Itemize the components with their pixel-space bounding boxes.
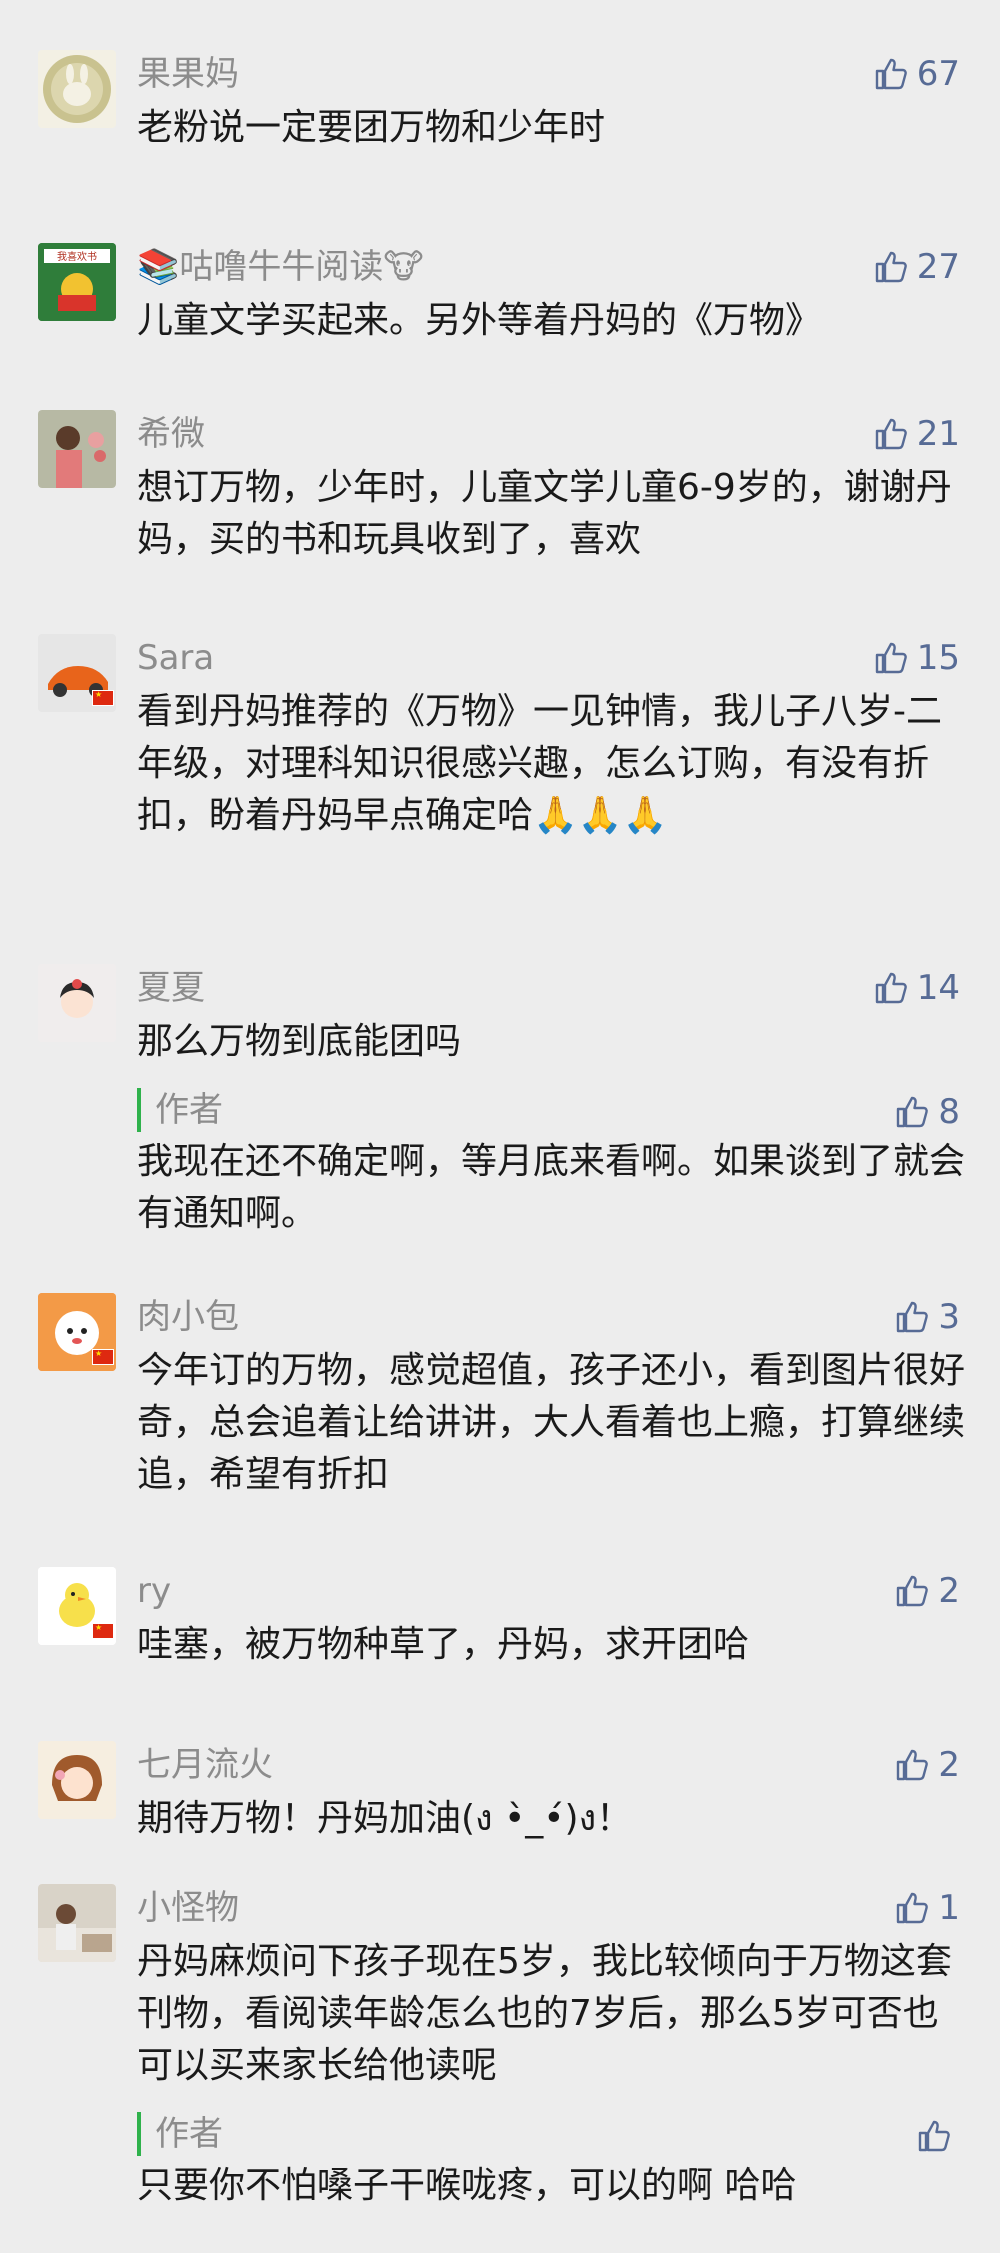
avatar[interactable]: 我喜欢书 <box>38 243 116 321</box>
reply-like-button[interactable]: 8 <box>894 1090 960 1134</box>
comment-text: 那么万物到底能团吗 <box>137 1021 462 1062</box>
thumbs-up-icon <box>916 2118 952 2154</box>
flag-icon <box>92 1623 114 1639</box>
comment-text: 看到丹妈推荐的《万物》一见钟情，我儿子八岁-二年级，对理科知识很感兴趣，怎么订购… <box>137 691 942 836</box>
commenter-name: 肉小包 <box>137 1297 239 1337</box>
avatar[interactable] <box>38 50 116 128</box>
comment-text: 老粉说一定要团万物和少年时 <box>137 107 606 148</box>
like-button[interactable]: 2 <box>894 1569 960 1613</box>
like-count: 14 <box>916 968 960 1008</box>
thumbs-up-icon <box>894 1747 930 1783</box>
thumbs-up-icon <box>894 1299 930 1335</box>
like-count: 21 <box>916 414 960 454</box>
commenter-name: 小怪物 <box>137 1888 239 1928</box>
like-button[interactable]: 14 <box>873 966 960 1010</box>
comment-text: 今年订的万物，感觉超值，孩子还小，看到图片很好奇，总会追着让给讲讲，大人看着也上… <box>137 1350 966 1495</box>
commenter-name: Sara <box>137 638 215 678</box>
thumbs-up-icon <box>894 1094 930 1130</box>
comment-text: 哇塞，被万物种草了，丹妈，求开团哈 <box>137 1624 750 1665</box>
like-button[interactable]: 21 <box>873 412 960 456</box>
like-count: 67 <box>916 54 960 94</box>
like-count: 2 <box>938 1745 960 1785</box>
author-reply-label: 作者 <box>137 1088 223 1132</box>
avatar[interactable] <box>38 1741 116 1819</box>
commenter-name: 希微 <box>137 414 205 454</box>
comment-text: 想订万物，少年时，儿童文学儿童6-9岁的，谢谢丹妈，买的书和玩具收到了，喜欢 <box>137 467 952 560</box>
like-button[interactable]: 1 <box>894 1886 960 1930</box>
comment-text: 丹妈麻烦问下孩子现在5岁，我比较倾向于万物这套刊物，看阅读年龄怎么也的7岁后，那… <box>137 1941 952 2086</box>
like-count: 3 <box>938 1297 960 1337</box>
like-button[interactable]: 15 <box>873 636 960 680</box>
commenter-name: 七月流火 <box>137 1745 273 1785</box>
flag-icon <box>92 1349 114 1365</box>
like-count: 15 <box>916 638 960 678</box>
reply-like-button[interactable] <box>916 2114 960 2158</box>
thumbs-up-icon <box>873 970 909 1006</box>
flag-icon <box>92 690 114 706</box>
like-count: 2 <box>938 1571 960 1611</box>
thumbs-up-icon <box>873 249 909 285</box>
author-reply-label: 作者 <box>137 2112 223 2156</box>
commenter-name: 果果妈 <box>137 54 239 94</box>
author-reply-text: 只要你不怕嗓子干喉咙疼，可以的啊 哈哈 <box>137 2165 797 2206</box>
like-count: 27 <box>916 247 960 287</box>
thumbs-up-icon <box>873 416 909 452</box>
commenter-name: 📚咕噜牛牛阅读🐮 <box>137 247 424 287</box>
thumbs-up-icon <box>894 1890 930 1926</box>
thumbs-up-icon <box>873 56 909 92</box>
commenter-name: ry <box>137 1571 172 1611</box>
author-reply-text: 我现在还不确定啊，等月底来看啊。如果谈到了就会有通知啊。 <box>137 1141 966 1234</box>
like-count: 8 <box>938 1092 960 1132</box>
like-button[interactable]: 27 <box>873 245 960 289</box>
avatar[interactable] <box>38 964 116 1042</box>
like-button[interactable]: 3 <box>894 1295 960 1339</box>
thumbs-up-icon <box>894 1573 930 1609</box>
avatar[interactable] <box>38 410 116 488</box>
commenter-name: 夏夏 <box>137 968 205 1008</box>
comment-text: 期待万物！丹妈加油(ง •̀_•́)ง！ <box>137 1798 633 1839</box>
comment-text: 儿童文学买起来。另外等着丹妈的《万物》 <box>137 300 822 341</box>
like-button[interactable]: 67 <box>873 52 960 96</box>
avatar[interactable] <box>38 1884 116 1962</box>
svg-text:我喜欢书: 我喜欢书 <box>57 250 97 263</box>
like-count: 1 <box>938 1888 960 1928</box>
thumbs-up-icon <box>873 640 909 676</box>
like-button[interactable]: 2 <box>894 1743 960 1787</box>
